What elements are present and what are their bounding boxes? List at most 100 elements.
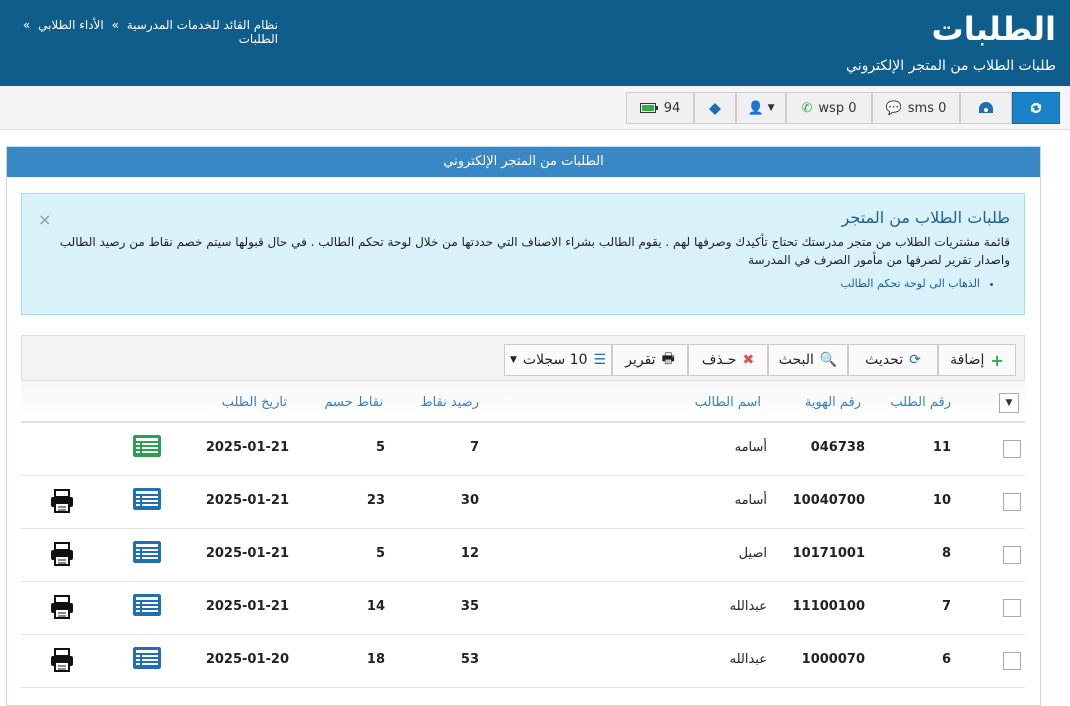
- add-button[interactable]: + إضافة: [938, 344, 1016, 376]
- dashboard-button[interactable]: [960, 92, 1012, 124]
- table-row[interactable]: 8 10171001 اصيل 12 5 2025-01-21: [21, 529, 1025, 582]
- cell-national-id: 046738: [810, 440, 865, 455]
- cell-student-name: أسامه: [734, 493, 767, 508]
- table-row[interactable]: 10 10040700 أسامه 30 23 2025-01-21: [21, 476, 1025, 529]
- cell-discount: 5: [375, 546, 385, 561]
- grid-toolbar: + إضافة ⟳ تحديث 🔍 البحث ✖ حـذف 🖶 تقرير ☰…: [21, 335, 1025, 381]
- records-label: 10 سجلات: [522, 352, 588, 368]
- refresh-label: تحديث: [865, 352, 904, 368]
- column-national-id[interactable]: رقم الهوية: [805, 395, 861, 410]
- column-order-date[interactable]: تاريخ الطلب: [222, 395, 287, 410]
- details-list-icon[interactable]: [133, 488, 161, 510]
- report-button[interactable]: 🖶 تقرير: [612, 344, 688, 376]
- cell-balance: 35: [460, 599, 479, 614]
- whatsapp-icon: ✆: [801, 100, 813, 116]
- column-balance[interactable]: رصيد نقاط: [421, 395, 479, 410]
- top-toolbar: 💬 sms 0 ✆ wsp 0 👤 ▼ 94: [0, 86, 1070, 130]
- sms-label: sms 0: [907, 100, 947, 116]
- cell-student-name: أسامه: [734, 440, 767, 455]
- cell-student-name: عبدالله: [729, 652, 767, 667]
- details-list-icon[interactable]: [133, 435, 161, 457]
- info-alert: × طلبات الطلاب من المتجر قائمة مشتريات ا…: [21, 193, 1025, 315]
- close-icon[interactable]: ×: [38, 210, 51, 229]
- cell-national-id: 1000070: [801, 652, 865, 667]
- row-checkbox[interactable]: [1003, 440, 1021, 458]
- caret-down-icon: ▼: [509, 355, 517, 365]
- cell-order-date: 2025-01-21: [205, 493, 289, 508]
- list-icon: ☰: [593, 352, 607, 368]
- alert-text: قائمة مشتريات الطلاب من متجر مدرستك تحتا…: [59, 235, 1010, 267]
- details-list-icon[interactable]: [133, 541, 161, 563]
- battery-icon: [639, 103, 658, 113]
- refresh-button[interactable]: ⟳ تحديث: [848, 344, 938, 376]
- breadcrumb-item-performance[interactable]: الأداء الطلابي: [38, 18, 104, 32]
- sms-button[interactable]: 💬 sms 0: [872, 92, 960, 124]
- column-student-name[interactable]: اسم الطالب: [695, 395, 761, 410]
- cell-order-date: 2025-01-21: [205, 440, 289, 455]
- alert-links: الذهاب الى لوحة تحكم الطالب: [36, 277, 1010, 290]
- cell-order-id: 11: [932, 440, 951, 455]
- row-checkbox[interactable]: [1003, 652, 1021, 670]
- printer-icon[interactable]: [49, 488, 75, 514]
- row-checkbox[interactable]: [1003, 493, 1021, 511]
- chat-icon: 💬: [885, 100, 902, 116]
- page-header: نظام القائد للخدمات المدرسية » الأداء ال…: [0, 0, 1070, 86]
- cell-order-date: 2025-01-21: [205, 546, 289, 561]
- cell-order-id: 8: [941, 546, 951, 561]
- details-list-icon[interactable]: [133, 647, 161, 669]
- row-checkbox[interactable]: [1003, 599, 1021, 617]
- refresh-icon: [1031, 103, 1041, 113]
- table-row[interactable]: 6 1000070 عبدالله 53 18 2025-01-20: [21, 635, 1025, 688]
- printer-icon[interactable]: [49, 594, 75, 620]
- caret-down-icon: ▼: [767, 103, 775, 113]
- cell-balance: 12: [460, 546, 479, 561]
- breadcrumb-item-orders[interactable]: الطلبات: [239, 32, 278, 46]
- refresh-page-button[interactable]: [1012, 92, 1060, 124]
- panel-heading: الطلبات من المتجر الإلكتروني: [7, 147, 1040, 177]
- breadcrumb-item-root[interactable]: نظام القائد للخدمات المدرسية: [127, 18, 278, 32]
- breadcrumb: نظام القائد للخدمات المدرسية » الأداء ال…: [0, 18, 282, 46]
- cell-discount: 5: [375, 440, 385, 455]
- cell-balance: 7: [469, 440, 479, 455]
- search-button[interactable]: 🔍 البحث: [768, 344, 848, 376]
- wsp-button[interactable]: ✆ wsp 0: [786, 92, 872, 124]
- alert-title: طلبات الطلاب من المتجر: [841, 208, 1010, 227]
- cell-national-id: 10040700: [792, 493, 865, 508]
- row-checkbox[interactable]: [1003, 546, 1021, 564]
- student-dashboard-link[interactable]: الذهاب الى لوحة تحكم الطالب: [36, 277, 980, 290]
- cell-discount: 23: [366, 493, 385, 508]
- cell-order-date: 2025-01-20: [205, 652, 289, 667]
- cell-order-date: 2025-01-21: [205, 599, 289, 614]
- table-header: ▼ رقم الطلب رقم الهوية اسم الطالب رصيد ن…: [21, 381, 1025, 423]
- table-row[interactable]: 7 11100100 عبدالله 35 14 2025-01-21: [21, 582, 1025, 635]
- add-label: إضافة: [950, 352, 985, 368]
- user-icon: 👤: [747, 100, 764, 116]
- printer-icon[interactable]: [49, 541, 75, 567]
- user-menu-button[interactable]: 👤 ▼: [736, 92, 786, 124]
- cell-order-id: 7: [941, 599, 951, 614]
- cell-national-id: 11100100: [792, 599, 865, 614]
- delete-icon: ✖: [742, 352, 755, 368]
- column-discount[interactable]: نقاط حسم: [324, 395, 383, 410]
- delete-button[interactable]: ✖ حـذف: [688, 344, 768, 376]
- records-per-page-button[interactable]: ☰ 10 سجلات ▼: [504, 344, 612, 376]
- breadcrumb-separator: »: [111, 18, 119, 32]
- select-all-dropdown[interactable]: ▼: [999, 393, 1019, 413]
- wsp-label: wsp 0: [818, 100, 857, 116]
- cell-balance: 30: [460, 493, 479, 508]
- table-row[interactable]: 11 046738 أسامه 7 5 2025-01-21: [21, 423, 1025, 476]
- column-order-id[interactable]: رقم الطلب: [890, 395, 951, 410]
- details-list-icon[interactable]: [133, 594, 161, 616]
- cell-balance: 53: [460, 652, 479, 667]
- ticket-button[interactable]: [694, 92, 736, 124]
- orders-panel: الطلبات من المتجر الإلكتروني × طلبات الط…: [6, 146, 1041, 706]
- page-subtitle: طلبات الطلاب من المتجر الإلكتروني: [846, 58, 1056, 74]
- cell-discount: 14: [366, 599, 385, 614]
- search-label: البحث: [778, 352, 814, 368]
- cell-student-name: اصيل: [738, 546, 767, 561]
- battery-value: 94: [663, 100, 681, 116]
- printer-icon[interactable]: [49, 647, 75, 673]
- refresh-icon: ⟳: [909, 352, 921, 368]
- delete-label: حـذف: [701, 352, 737, 368]
- cell-student-name: عبدالله: [729, 599, 767, 614]
